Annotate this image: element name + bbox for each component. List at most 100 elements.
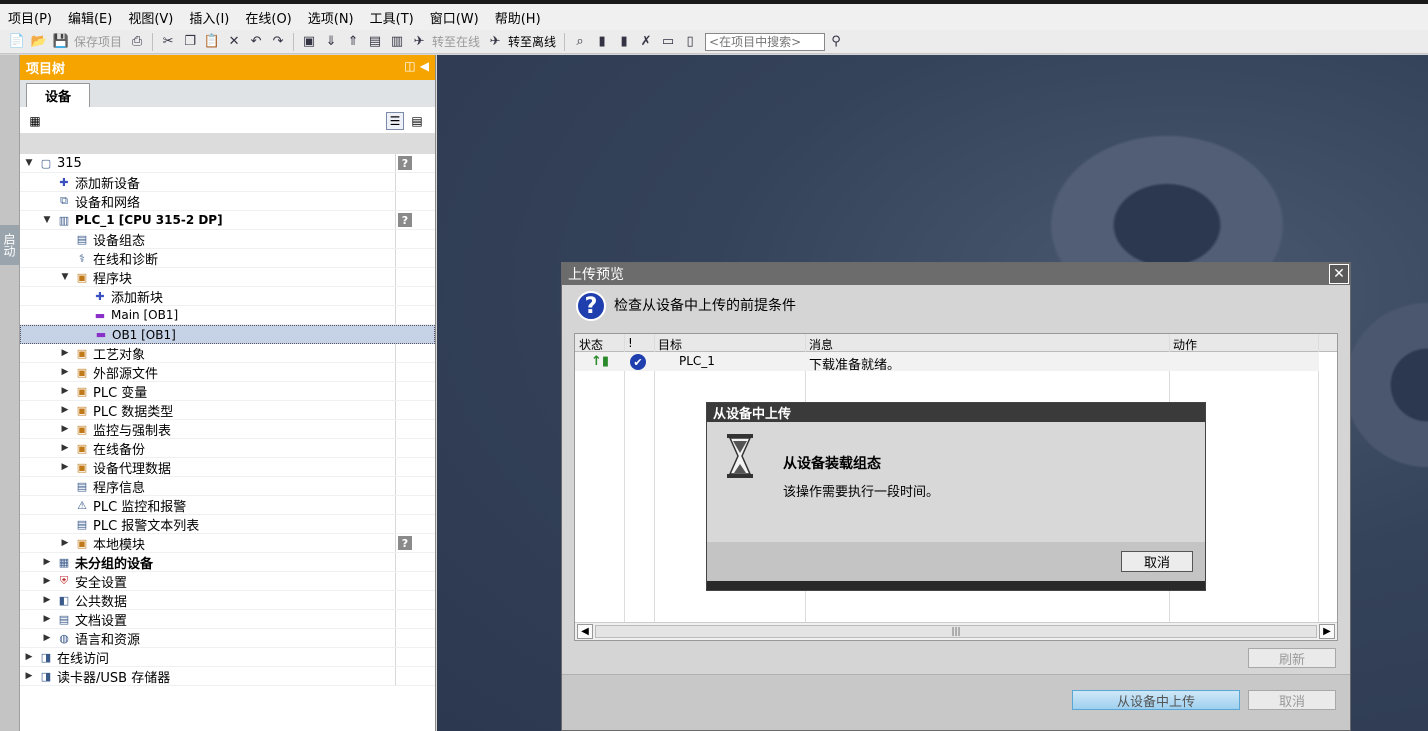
expand-arrow-icon[interactable]: ▶ bbox=[24, 652, 34, 662]
tree-item[interactable]: ⚠ PLC 监控和报警 bbox=[20, 496, 435, 515]
collapse-panel-icon[interactable]: ◫ ◀ bbox=[404, 59, 429, 73]
detail-view-icon[interactable]: ☰ bbox=[386, 112, 404, 130]
tree-item[interactable]: ▶ ◍ 语言和资源 bbox=[20, 629, 435, 648]
tree-item[interactable]: ▼ ▣ 程序块 bbox=[20, 268, 435, 287]
tree-item[interactable]: ✚ 添加新设备 bbox=[20, 173, 435, 192]
tree-item[interactable]: ⚕ 在线和诊断 bbox=[20, 249, 435, 268]
menu-help[interactable]: 帮助(H) bbox=[487, 8, 549, 27]
column-target[interactable]: 目标 bbox=[658, 336, 682, 353]
save-project-button[interactable]: 保存项目 bbox=[74, 33, 122, 50]
stop-simulation-icon[interactable]: ▥ bbox=[388, 33, 406, 51]
upload-from-device-icon[interactable]: ⇑ bbox=[344, 33, 362, 51]
close-icon[interactable]: ✕ bbox=[1329, 264, 1349, 284]
expand-arrow-icon[interactable]: ▶ bbox=[42, 595, 52, 605]
accessible-devices-icon[interactable]: ⌕ bbox=[571, 33, 589, 51]
tree-item[interactable]: ▤ 程序信息 bbox=[20, 477, 435, 496]
collapse-arrow-icon[interactable]: ▼ bbox=[24, 158, 34, 168]
tree-item[interactable]: ▬ OB1 [OB1] bbox=[20, 325, 435, 344]
tree-item[interactable]: ▶ ▣ 设备代理数据 bbox=[20, 458, 435, 477]
expand-arrow-icon[interactable]: ▶ bbox=[60, 348, 70, 358]
tree-item[interactable]: ▶ ▣ 在线备份 bbox=[20, 439, 435, 458]
expand-arrow-icon[interactable]: ▶ bbox=[60, 367, 70, 377]
compile-icon[interactable]: ▣ bbox=[300, 33, 318, 51]
tree-item[interactable]: ▶ ▣ 本地模块? bbox=[20, 534, 435, 553]
tree-item[interactable]: ▶ ◨ 读卡器/USB 存储器 bbox=[20, 667, 435, 686]
menu-options[interactable]: 选项(N) bbox=[300, 8, 362, 27]
menu-tools[interactable]: 工具(T) bbox=[362, 8, 422, 27]
expand-arrow-icon[interactable]: ▶ bbox=[60, 405, 70, 415]
tree-item[interactable]: ▼ ▢ 315? bbox=[20, 154, 435, 173]
help-icon[interactable]: ? bbox=[398, 156, 412, 170]
tree-item[interactable]: ▤ 设备组态 bbox=[20, 230, 435, 249]
expand-arrow-icon[interactable]: ▶ bbox=[42, 614, 52, 624]
expand-arrow-icon[interactable]: ▶ bbox=[60, 462, 70, 472]
delete-icon[interactable]: ✕ bbox=[225, 33, 243, 51]
column-message[interactable]: 消息 bbox=[809, 336, 833, 353]
paste-icon[interactable]: 📋 bbox=[203, 33, 221, 51]
start-side-tab[interactable]: 启动 bbox=[0, 225, 19, 265]
tree-item[interactable]: ▶ ▣ PLC 数据类型 bbox=[20, 401, 435, 420]
horizontal-scrollbar[interactable]: ◀ ||| ▶ bbox=[575, 622, 1337, 640]
go-offline-icon[interactable]: ✈ bbox=[486, 33, 504, 51]
expand-arrow-icon[interactable]: ▶ bbox=[42, 557, 52, 567]
tree-item[interactable]: ▶ ▤ 文档设置 bbox=[20, 610, 435, 629]
menu-project[interactable]: 项目(P) bbox=[0, 8, 60, 27]
tree-item[interactable]: ✚ 添加新块 bbox=[20, 287, 435, 306]
cut-icon[interactable]: ✂ bbox=[159, 33, 177, 51]
scroll-right-icon[interactable]: ▶ bbox=[1319, 624, 1335, 639]
column-action[interactable]: 动作 bbox=[1173, 336, 1197, 353]
new-item-icon[interactable]: ▦ bbox=[26, 112, 44, 130]
expand-arrow-icon[interactable]: ▶ bbox=[42, 576, 52, 586]
menu-insert[interactable]: 插入(I) bbox=[181, 8, 237, 27]
menu-online[interactable]: 在线(O) bbox=[237, 8, 299, 27]
scroll-thumb[interactable]: ||| bbox=[595, 625, 1317, 638]
column-status[interactable]: 状态 bbox=[579, 336, 603, 353]
menu-view[interactable]: 视图(V) bbox=[120, 8, 181, 27]
start-cpu-icon[interactable]: ▮ bbox=[593, 33, 611, 51]
upload-cancel-button[interactable]: 取消 bbox=[1121, 551, 1193, 572]
menu-edit[interactable]: 编辑(E) bbox=[60, 8, 120, 27]
split-horizontal-icon[interactable]: ▭ bbox=[659, 33, 677, 51]
stop-cpu-icon[interactable]: ▮ bbox=[615, 33, 633, 51]
start-simulation-icon[interactable]: ▤ bbox=[366, 33, 384, 51]
help-icon[interactable]: ? bbox=[398, 213, 412, 227]
expand-arrow-icon[interactable]: ▶ bbox=[42, 633, 52, 643]
expand-arrow-icon[interactable]: ▶ bbox=[24, 671, 34, 681]
expand-arrow-icon[interactable]: ▶ bbox=[60, 424, 70, 434]
save-icon[interactable]: 💾 bbox=[52, 33, 70, 51]
collapse-arrow-icon[interactable]: ▼ bbox=[42, 215, 52, 225]
expand-arrow-icon[interactable]: ▶ bbox=[60, 386, 70, 396]
tab-devices[interactable]: 设备 bbox=[26, 83, 90, 107]
print-icon[interactable]: ⎙ bbox=[128, 33, 146, 51]
search-icon[interactable]: ⚲ bbox=[827, 33, 845, 51]
redo-icon[interactable]: ↷ bbox=[269, 33, 287, 51]
go-online-button[interactable]: 转至在线 bbox=[432, 33, 480, 50]
overview-icon[interactable]: ▤ bbox=[408, 112, 426, 130]
tree-item[interactable]: ▼ ▥ PLC_1 [CPU 315-2 DP]? bbox=[20, 211, 435, 230]
tree-item[interactable]: ▶ ▣ 外部源文件 bbox=[20, 363, 435, 382]
go-offline-button[interactable]: 转至离线 bbox=[508, 33, 556, 50]
cross-reference-icon[interactable]: ✗ bbox=[637, 33, 655, 51]
cancel-button[interactable]: 取消 bbox=[1248, 690, 1336, 710]
undo-icon[interactable]: ↶ bbox=[247, 33, 265, 51]
tree-item[interactable]: ▶ ▣ PLC 变量 bbox=[20, 382, 435, 401]
open-project-icon[interactable]: 📂 bbox=[30, 33, 48, 51]
help-icon[interactable]: ? bbox=[398, 536, 412, 550]
tree-item[interactable]: ▬ Main [OB1] bbox=[20, 306, 435, 325]
project-search-input[interactable] bbox=[705, 32, 826, 51]
expand-arrow-icon[interactable]: ▶ bbox=[60, 538, 70, 548]
upload-from-device-button[interactable]: 从设备中上传 bbox=[1072, 690, 1240, 710]
download-to-device-icon[interactable]: ⇓ bbox=[322, 33, 340, 51]
tree-item[interactable]: ▶ ◧ 公共数据 bbox=[20, 591, 435, 610]
tree-item[interactable]: ▶ ▣ 监控与强制表 bbox=[20, 420, 435, 439]
copy-icon[interactable]: ❐ bbox=[181, 33, 199, 51]
collapse-arrow-icon[interactable]: ▼ bbox=[60, 272, 70, 282]
column-bang[interactable]: ! bbox=[628, 336, 633, 350]
go-online-icon[interactable]: ✈ bbox=[410, 33, 428, 51]
menu-window[interactable]: 窗口(W) bbox=[422, 8, 487, 27]
scroll-left-icon[interactable]: ◀ bbox=[577, 624, 593, 639]
split-vertical-icon[interactable]: ▯ bbox=[681, 33, 699, 51]
table-row[interactable]: ↑▮ ✔ PLC_1 下载准备就绪。 bbox=[575, 352, 1319, 373]
tree-item[interactable]: ▶ ◨ 在线访问 bbox=[20, 648, 435, 667]
tree-item[interactable]: ▶ ⛨ 安全设置 bbox=[20, 572, 435, 591]
